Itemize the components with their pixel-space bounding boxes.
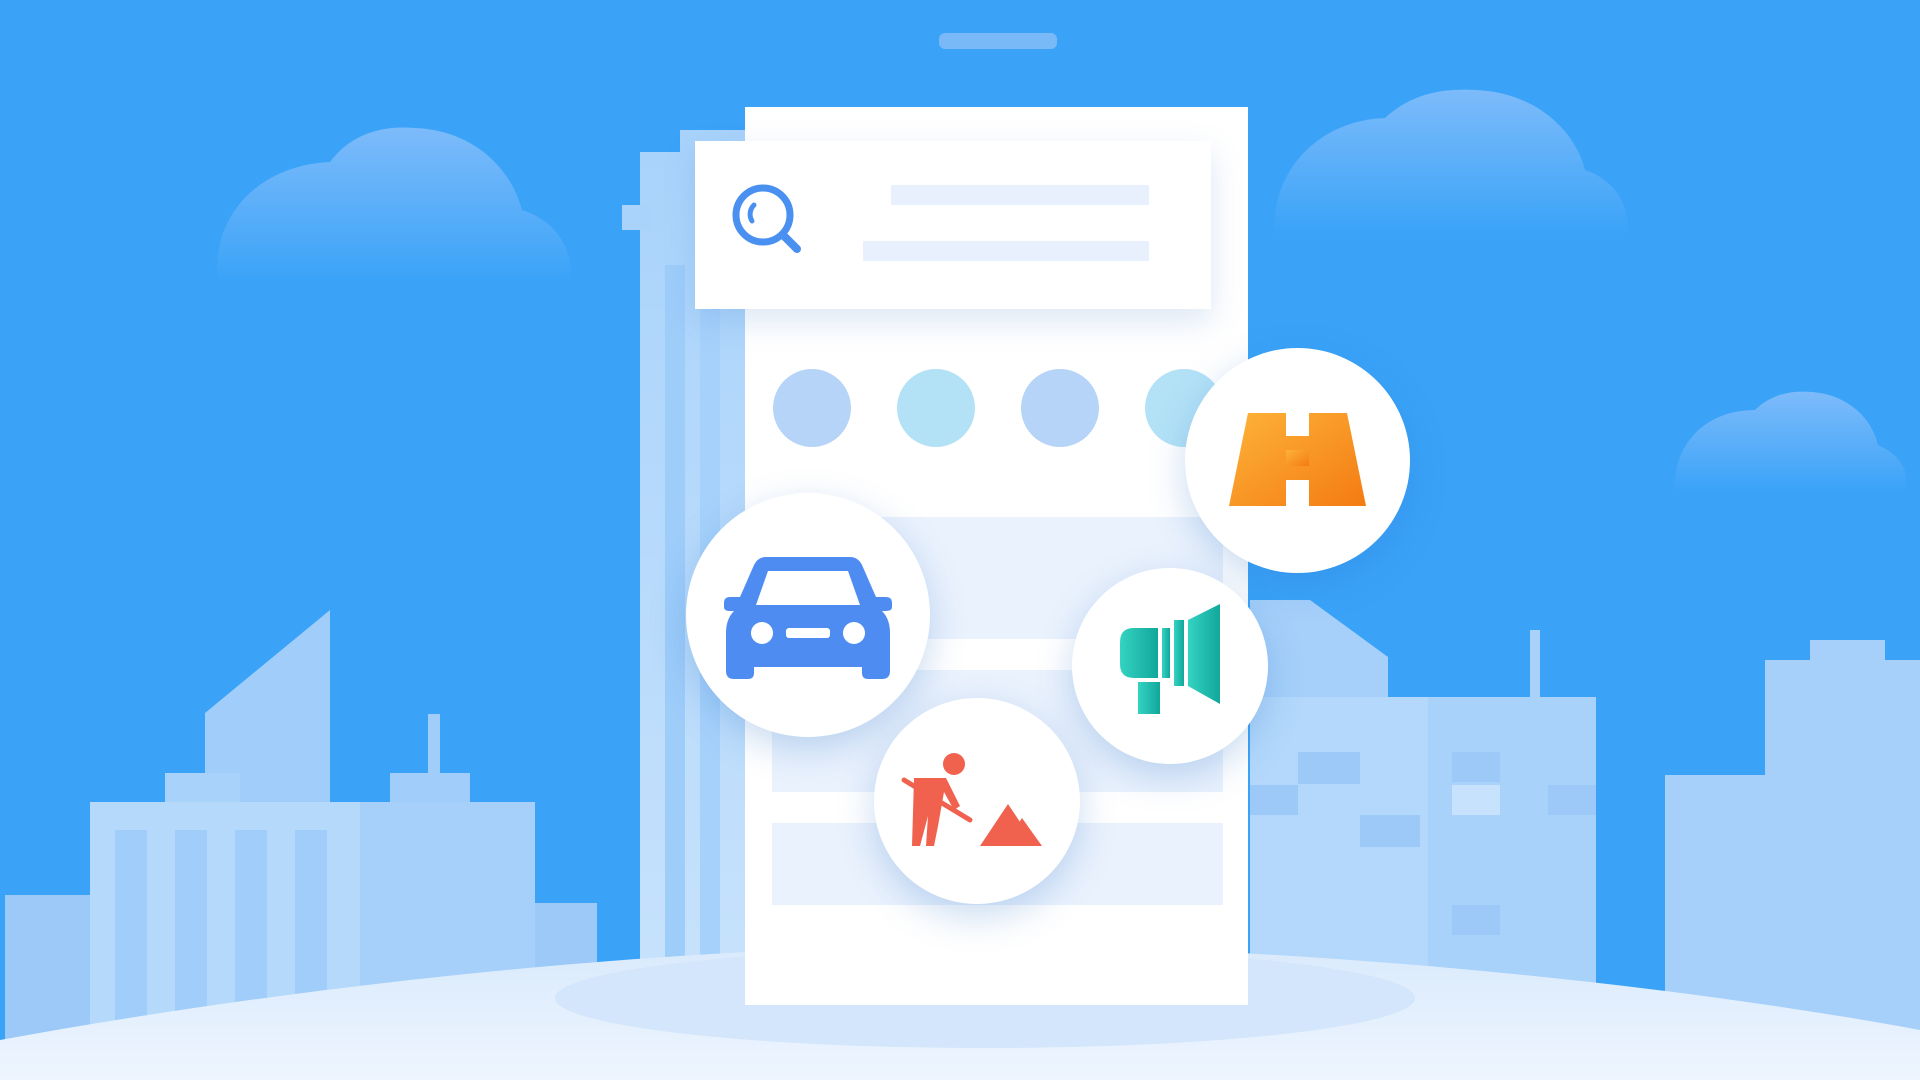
megaphone-icon: [1120, 604, 1220, 714]
category-dot-2[interactable]: [897, 369, 975, 447]
road-work-badge[interactable]: [874, 698, 1080, 904]
road-icon: [1229, 413, 1366, 506]
illustration-scene: [0, 0, 1920, 1080]
category-dot-1[interactable]: [773, 369, 851, 447]
megaphone-badge[interactable]: [1072, 568, 1268, 764]
road-work-icon: [901, 753, 1042, 846]
search-placeholder-line-2: [863, 241, 1149, 261]
phone-speaker: [939, 33, 1057, 49]
search-icon: [732, 184, 801, 253]
road-badge[interactable]: [1185, 348, 1410, 573]
category-dot-3[interactable]: [1021, 369, 1099, 447]
search-placeholder-line-1: [891, 185, 1149, 205]
search-card[interactable]: [695, 141, 1211, 309]
